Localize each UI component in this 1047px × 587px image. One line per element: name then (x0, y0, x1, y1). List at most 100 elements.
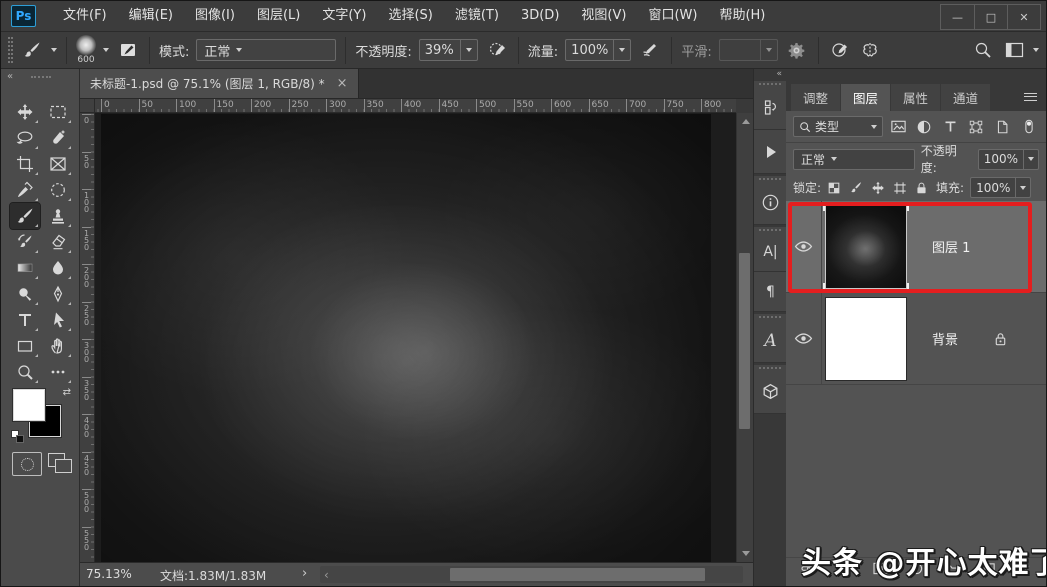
actions-panel-icon[interactable] (754, 130, 787, 174)
close-button[interactable]: ✕ (1007, 5, 1040, 29)
crop-tool[interactable] (10, 151, 40, 177)
scroll-up-arrow-icon[interactable] (742, 119, 750, 124)
tool-preset-button[interactable] (20, 38, 44, 62)
info-panel-icon[interactable] (754, 181, 787, 225)
horizontal-scrollbar-thumb[interactable] (450, 568, 705, 581)
paint-symmetry-icon[interactable] (859, 38, 883, 62)
lock-all-icon[interactable] (915, 181, 928, 195)
path-selection-tool[interactable] (43, 307, 73, 333)
tab-adjustments[interactable]: 调整 (791, 84, 840, 111)
layer-fill-value[interactable]: 100% (971, 178, 1015, 197)
menu-item[interactable]: 选择(S) (377, 1, 443, 31)
toggle-brush-panel-button[interactable] (116, 38, 140, 62)
character-panel-icon[interactable]: A| (754, 232, 787, 272)
smoothing-dropdown-button[interactable] (760, 40, 777, 60)
default-colors-icon[interactable] (11, 430, 24, 443)
background-thumbnail[interactable] (825, 297, 907, 381)
collapse-toolbar-icon[interactable]: « (7, 71, 13, 82)
filter-type-select[interactable]: 类型 (793, 116, 883, 137)
hand-tool[interactable] (43, 333, 73, 359)
chevron-down-icon[interactable] (1033, 48, 1039, 52)
filter-pixel-layers-icon[interactable] (888, 116, 909, 138)
swap-colors-icon[interactable]: ⇄ (63, 387, 71, 398)
clone-stamp-tool[interactable] (43, 203, 73, 229)
menu-item[interactable]: 图像(I) (184, 1, 246, 31)
pressure-opacity-icon[interactable] (485, 38, 509, 62)
flow-value[interactable]: 100% (566, 40, 613, 60)
layer-row-background[interactable]: 背景 (786, 293, 1046, 385)
layer-opacity-value[interactable]: 100% (979, 150, 1023, 169)
panel-menu-icon[interactable] (1024, 91, 1037, 101)
tab-channels[interactable]: 通道 (941, 84, 990, 111)
healing-brush-tool[interactable] (43, 177, 73, 203)
frame-tool[interactable] (43, 151, 73, 177)
filter-type-layers-icon[interactable] (940, 116, 961, 138)
3d-panel-icon[interactable] (754, 370, 787, 414)
filter-adjustment-layers-icon[interactable] (914, 116, 935, 138)
quick-mask-button[interactable] (12, 452, 42, 476)
airbrush-icon[interactable] (638, 38, 662, 62)
vertical-ruler[interactable]: 050100150200250300350400450500550600 (80, 113, 95, 562)
type-tool[interactable] (10, 307, 40, 333)
layer1-thumbnail[interactable] (825, 205, 907, 289)
options-bar-grip[interactable] (8, 37, 13, 63)
menu-item[interactable]: 文件(F) (52, 1, 118, 31)
smoothing-options-gear-icon[interactable] (785, 38, 809, 62)
document-tab[interactable]: 未标题-1.psd @ 75.1% (图层 1, RGB/8) * × (80, 69, 359, 98)
layer1-visibility-cell[interactable] (786, 201, 822, 292)
opacity-value[interactable]: 39% (420, 40, 460, 60)
layer-opacity-dropdown[interactable] (1023, 150, 1038, 169)
lock-artboard-icon[interactable] (893, 181, 907, 195)
glyphs-panel-icon[interactable]: A (754, 319, 787, 363)
collapse-dock-icon[interactable]: « (754, 69, 786, 81)
layer-blend-mode-select[interactable]: 正常 (793, 149, 915, 170)
scroll-left-arrow-icon[interactable]: ‹ (324, 571, 329, 579)
brush-preset-picker[interactable]: 600 (76, 35, 96, 65)
quick-selection-tool[interactable] (43, 125, 73, 151)
blur-tool[interactable] (43, 255, 73, 281)
pressure-size-icon[interactable] (828, 38, 852, 62)
opacity-dropdown-button[interactable] (460, 40, 477, 60)
shape-tool[interactable] (10, 333, 40, 359)
filter-shape-layers-icon[interactable] (966, 116, 987, 138)
status-options-arrow[interactable]: › (302, 566, 307, 581)
lock-transparency-icon[interactable] (827, 181, 841, 195)
chevron-down-icon[interactable] (51, 48, 57, 52)
layer-row-layer1[interactable]: 图层 1 (786, 201, 1046, 293)
filter-smart-objects-icon[interactable] (992, 116, 1013, 138)
tab-properties[interactable]: 属性 (891, 84, 940, 111)
lock-pixels-icon[interactable] (849, 181, 863, 195)
eyedropper-tool[interactable] (10, 177, 40, 203)
pen-tool[interactable] (43, 281, 73, 307)
dodge-tool[interactable] (10, 281, 40, 307)
flow-input[interactable]: 100% (565, 39, 631, 61)
menu-item[interactable]: 帮助(H) (708, 1, 776, 31)
horizontal-ruler[interactable]: 0501001502002503003504004505005506006507… (95, 99, 736, 113)
smoothing-input[interactable] (719, 39, 778, 61)
vertical-scrollbar[interactable] (736, 113, 753, 562)
chevron-down-icon[interactable] (103, 48, 109, 52)
blend-mode-select[interactable]: 正常 (196, 39, 336, 61)
vertical-scrollbar-thumb[interactable] (739, 253, 750, 429)
maximize-button[interactable]: □ (974, 5, 1007, 29)
background-name[interactable]: 背景 (932, 329, 958, 348)
menu-item[interactable]: 文字(Y) (311, 1, 377, 31)
search-icon[interactable] (971, 38, 995, 62)
horizontal-scrollbar[interactable]: ‹ (320, 566, 743, 583)
foreground-color-swatch[interactable] (13, 389, 45, 421)
menu-item[interactable]: 3D(D) (510, 1, 570, 31)
toolbar-grip[interactable] (31, 76, 51, 78)
zoom-level-field[interactable]: 75.13% (86, 567, 132, 581)
history-brush-tool[interactable] (10, 229, 40, 255)
layer1-name[interactable]: 图层 1 (932, 237, 970, 256)
canvas-pasteboard[interactable] (95, 113, 736, 562)
menu-item[interactable]: 视图(V) (570, 1, 637, 31)
document-canvas-image[interactable] (101, 114, 711, 562)
filter-toggle-pin-icon[interactable] (1018, 116, 1039, 138)
scroll-down-arrow-icon[interactable] (742, 551, 750, 556)
paragraph-panel-icon[interactable]: ¶ (754, 272, 787, 312)
close-tab-icon[interactable]: × (337, 77, 348, 90)
layer-opacity-input[interactable]: 100% (978, 149, 1039, 170)
smoothing-value[interactable] (720, 40, 760, 60)
layer-fill-dropdown[interactable] (1015, 178, 1030, 197)
